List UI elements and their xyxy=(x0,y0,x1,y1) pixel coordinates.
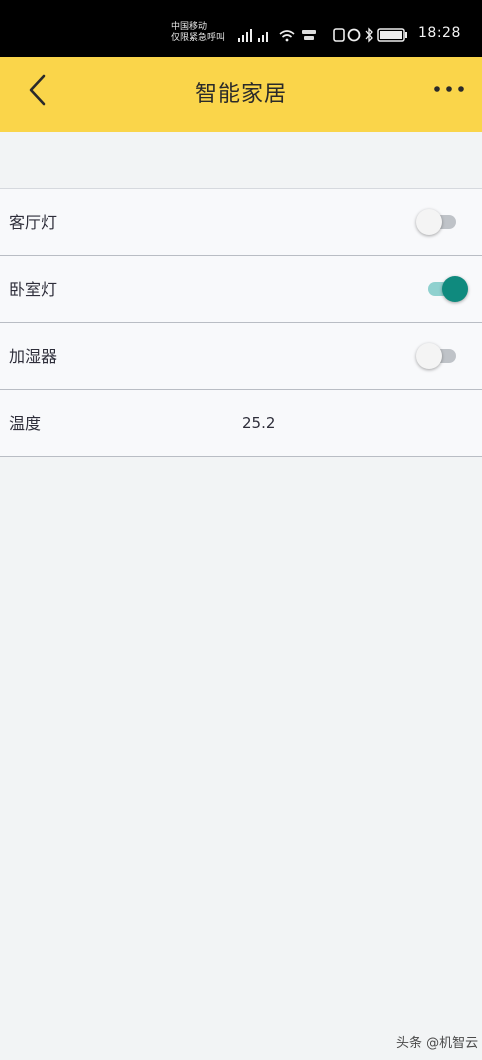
nfc-icon xyxy=(333,28,345,42)
humidifier-toggle[interactable] xyxy=(416,343,460,369)
speed-readout-icon xyxy=(302,30,316,40)
carrier-status: 仅限紧急呼叫 xyxy=(171,33,226,43)
back-chevron-icon[interactable] xyxy=(26,73,50,107)
device-label: 温度 xyxy=(9,414,42,433)
toggle-knob xyxy=(416,343,442,369)
device-row-living-room-light[interactable]: 客厅灯 xyxy=(0,189,482,256)
temperature-value: 25.2 xyxy=(242,414,276,432)
alarm-icon xyxy=(347,28,361,42)
app-header: 智能家居 xyxy=(0,57,482,132)
device-row-temperature: 温度 25.2 xyxy=(0,390,482,457)
signal-icon-2 xyxy=(258,32,268,42)
signal-icon xyxy=(238,29,252,42)
device-label: 卧室灯 xyxy=(9,280,58,299)
app-screen: 中国移动 仅限紧急呼叫 18:28 智能家居 客厅灯 卧室灯 加湿器 温度 25… xyxy=(0,0,482,1060)
device-label: 客厅灯 xyxy=(9,213,58,232)
device-list: 客厅灯 卧室灯 加湿器 温度 25.2 xyxy=(0,188,482,457)
device-row-bedroom-light[interactable]: 卧室灯 xyxy=(0,256,482,323)
bluetooth-icon xyxy=(365,27,373,43)
watermark: 头条 @机智云 xyxy=(396,1036,479,1051)
wifi-icon xyxy=(279,30,295,42)
device-label: 加湿器 xyxy=(9,347,58,366)
bedroom-light-toggle[interactable] xyxy=(424,276,468,302)
carrier-info: 中国移动 仅限紧急呼叫 xyxy=(171,22,225,44)
status-bar: 中国移动 仅限紧急呼叫 18:28 xyxy=(0,0,482,57)
more-dots-icon[interactable] xyxy=(432,79,466,99)
signal-wifi-icons xyxy=(238,29,316,42)
toggle-knob xyxy=(442,276,468,302)
system-icons xyxy=(333,27,407,43)
living-room-light-toggle[interactable] xyxy=(416,209,460,235)
page-title: 智能家居 xyxy=(194,82,287,107)
carrier-name: 中国移动 xyxy=(171,22,208,32)
status-time: 18:28 xyxy=(418,25,461,41)
device-row-humidifier[interactable]: 加湿器 xyxy=(0,323,482,390)
toggle-knob xyxy=(416,209,442,235)
battery-icon xyxy=(377,28,407,42)
